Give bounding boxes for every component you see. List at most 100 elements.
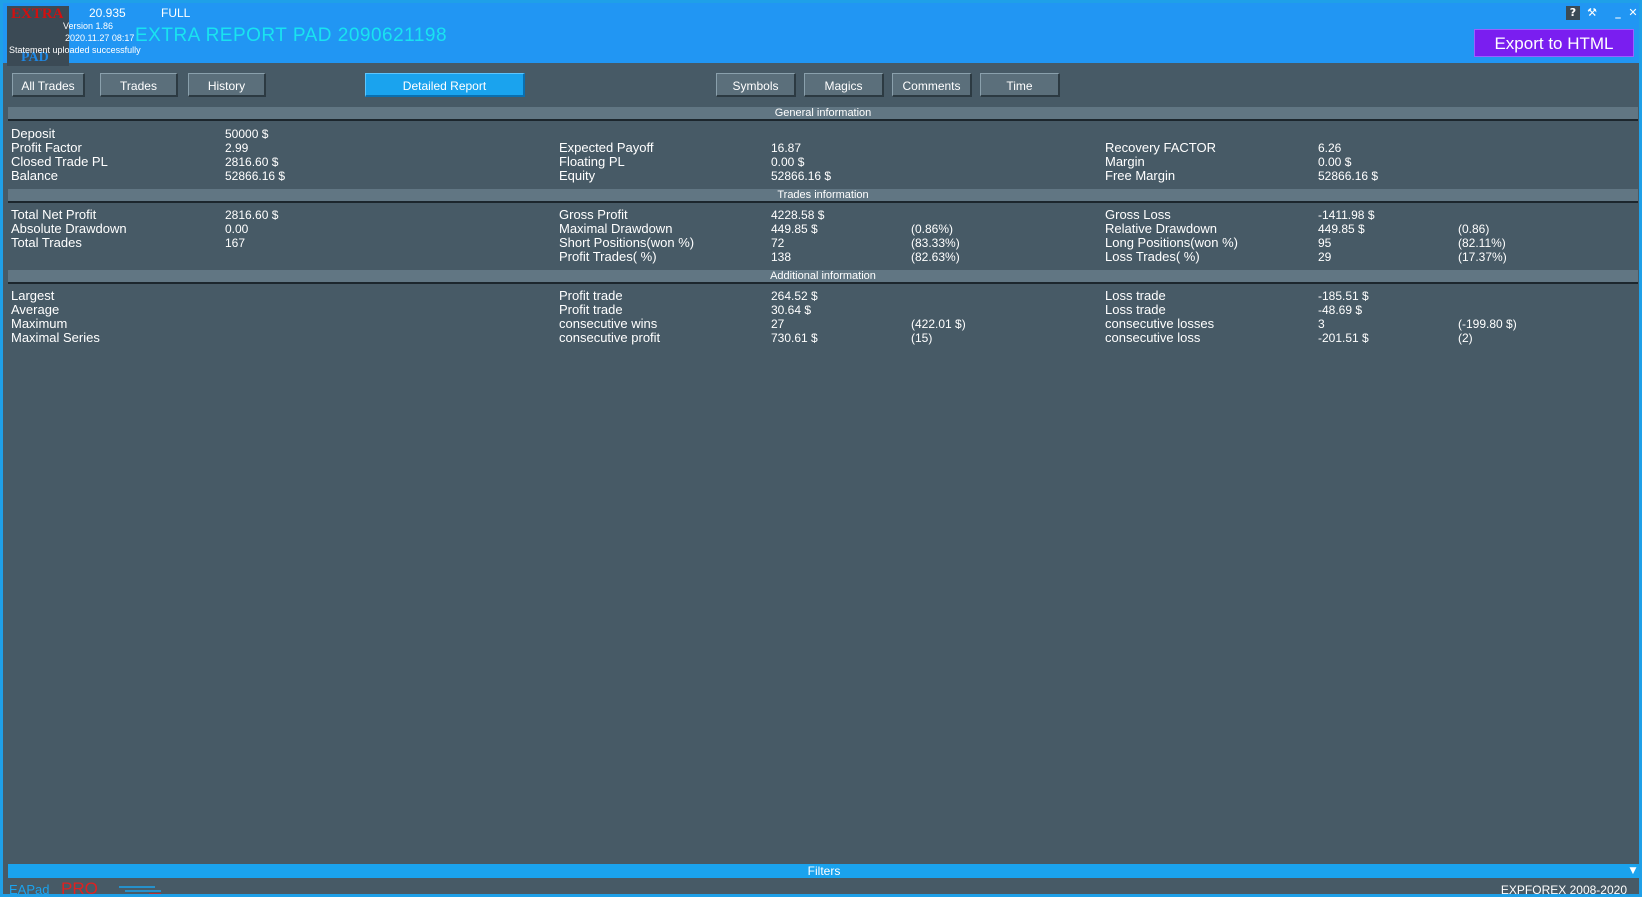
filters-label: Filters xyxy=(807,864,841,878)
stat-value: 4228.58 $ xyxy=(771,208,825,222)
stat-extra: (0.86) xyxy=(1458,222,1490,236)
minimize-icon[interactable]: _ xyxy=(1611,6,1625,20)
stat-label: Maximum xyxy=(11,316,68,331)
stat-value: 30.64 $ xyxy=(771,303,812,317)
stat-value: 449.85 $ xyxy=(771,222,818,236)
section-general-header: General information xyxy=(8,107,1638,121)
close-icon[interactable]: ✕ xyxy=(1626,6,1639,20)
stat-value: 138 xyxy=(771,250,792,264)
stat-label: consecutive losses xyxy=(1105,316,1215,331)
tab-trades[interactable]: Trades xyxy=(100,73,178,97)
copyright-text: EXPFOREX 2008-2020 xyxy=(1500,883,1627,897)
brand-eapad: EAPad xyxy=(9,882,50,897)
stat-extra: (17.37%) xyxy=(1458,250,1507,264)
stat-value: 27 xyxy=(771,317,785,331)
build-number: 20.935 xyxy=(89,6,126,20)
stat-label: Gross Loss xyxy=(1105,207,1171,222)
footer: EAPad PRO EXPFOREX 2008-2020 xyxy=(3,879,1639,897)
stat-label: Average xyxy=(11,302,60,317)
stat-label: Free Margin xyxy=(1105,168,1176,183)
stat-label: Equity xyxy=(559,168,596,183)
stat-value: 52866.16 $ xyxy=(225,169,286,183)
stat-extra: (15) xyxy=(911,331,933,345)
stat-value: 449.85 $ xyxy=(1318,222,1365,236)
stat-label: Profit trade xyxy=(559,302,623,317)
stat-label: Deposit xyxy=(11,126,56,141)
stat-label: Short Positions(won %) xyxy=(559,235,695,250)
stat-value: 0.00 $ xyxy=(771,155,805,169)
stat-value: 72 xyxy=(771,236,785,250)
stat-value: -185.51 $ xyxy=(1318,289,1369,303)
license-mode: FULL xyxy=(161,6,191,20)
chevron-down-icon[interactable]: ▼ xyxy=(1626,864,1639,878)
stat-value: 52866.16 $ xyxy=(1318,169,1379,183)
stat-value: 2816.60 $ xyxy=(225,155,279,169)
stat-value: 50000 $ xyxy=(225,127,269,141)
stat-label: Recovery FACTOR xyxy=(1105,140,1217,155)
stat-value: 264.52 $ xyxy=(771,289,818,303)
filters-bar[interactable]: Filters ▼ xyxy=(8,864,1639,878)
stat-label: Relative Drawdown xyxy=(1105,221,1217,236)
title-bar: EXTRA PAD 20.935 FULL Version 1.86 2020.… xyxy=(3,3,1639,66)
date-text: 2020.11.27 08:17 xyxy=(65,33,135,43)
settings-icon[interactable]: ⚒ xyxy=(1585,6,1599,20)
stat-label: Total Net Profit xyxy=(11,207,97,222)
stat-label: Loss Trades( %) xyxy=(1105,249,1200,264)
tab-history[interactable]: History xyxy=(188,73,266,97)
stat-extra: (422.01 $) xyxy=(911,317,966,331)
stat-label: Maximal Drawdown xyxy=(559,221,673,236)
brand-lines-icon xyxy=(119,886,161,894)
section-trades-header: Trades information xyxy=(8,189,1638,203)
stat-extra: (2) xyxy=(1458,331,1473,345)
stat-extra: (82.63%) xyxy=(911,250,960,264)
stat-value: -1411.98 $ xyxy=(1318,208,1375,222)
stat-value: 0.00 xyxy=(225,222,249,236)
tab-all-trades[interactable]: All Trades xyxy=(12,73,85,97)
stat-value: -201.51 $ xyxy=(1318,331,1369,345)
stat-label: Loss trade xyxy=(1105,288,1166,303)
stat-value: 2.99 xyxy=(225,141,249,155)
stat-label: Floating PL xyxy=(559,154,625,169)
tab-time[interactable]: Time xyxy=(980,73,1060,97)
stat-label: Closed Trade PL xyxy=(11,154,108,169)
stat-label: Long Positions(won %) xyxy=(1105,235,1238,250)
stat-value: 52866.16 $ xyxy=(771,169,832,183)
status-text: Statement uploaded successfully xyxy=(9,45,141,55)
tab-comments[interactable]: Comments xyxy=(892,73,972,97)
stat-label: Loss trade xyxy=(1105,302,1166,317)
stat-label: Total Trades xyxy=(11,235,82,250)
stat-extra: (82.11%) xyxy=(1458,236,1506,250)
stat-label: consecutive loss xyxy=(1105,330,1201,345)
stat-extra: (83.33%) xyxy=(911,236,960,250)
stat-label: Profit Factor xyxy=(11,140,82,155)
stat-label: Balance xyxy=(11,168,58,183)
stat-value: 6.26 xyxy=(1318,141,1342,155)
app-window: EXTRA PAD 20.935 FULL Version 1.86 2020.… xyxy=(0,0,1642,897)
section-additional-header: Additional information xyxy=(8,270,1638,284)
tab-symbols[interactable]: Symbols xyxy=(716,73,796,97)
stat-extra: (-199.80 $) xyxy=(1458,317,1517,331)
stat-value: 0.00 $ xyxy=(1318,155,1352,169)
stat-value: 3 xyxy=(1318,317,1325,331)
app-title: EXTRA REPORT PAD 2090621198 xyxy=(135,25,448,46)
tab-magics[interactable]: Magics xyxy=(804,73,884,97)
stat-value: 16.87 xyxy=(771,141,802,155)
stat-label: consecutive wins xyxy=(559,316,658,331)
export-html-button[interactable]: Export to HTML xyxy=(1474,29,1634,57)
help-icon[interactable]: ? xyxy=(1566,6,1580,20)
stat-value: 95 xyxy=(1318,236,1332,250)
stat-label: Absolute Drawdown xyxy=(11,221,127,236)
stat-value: 167 xyxy=(225,236,246,250)
stat-label: Margin xyxy=(1105,154,1145,169)
tab-detailed-report[interactable]: Detailed Report xyxy=(365,73,525,97)
stat-value: 2816.60 $ xyxy=(225,208,279,222)
app-logo: EXTRA PAD xyxy=(7,6,69,66)
stat-label: Expected Payoff xyxy=(559,140,654,155)
stat-value: -48.69 $ xyxy=(1318,303,1363,317)
stat-label: consecutive profit xyxy=(559,330,661,345)
logo-text-top: EXTRA xyxy=(11,6,64,22)
stat-extra: (0.86%) xyxy=(911,222,954,236)
brand-pro: PRO xyxy=(61,879,98,897)
version-text: Version 1.86 xyxy=(63,21,114,31)
stat-value: 29 xyxy=(1318,250,1332,264)
